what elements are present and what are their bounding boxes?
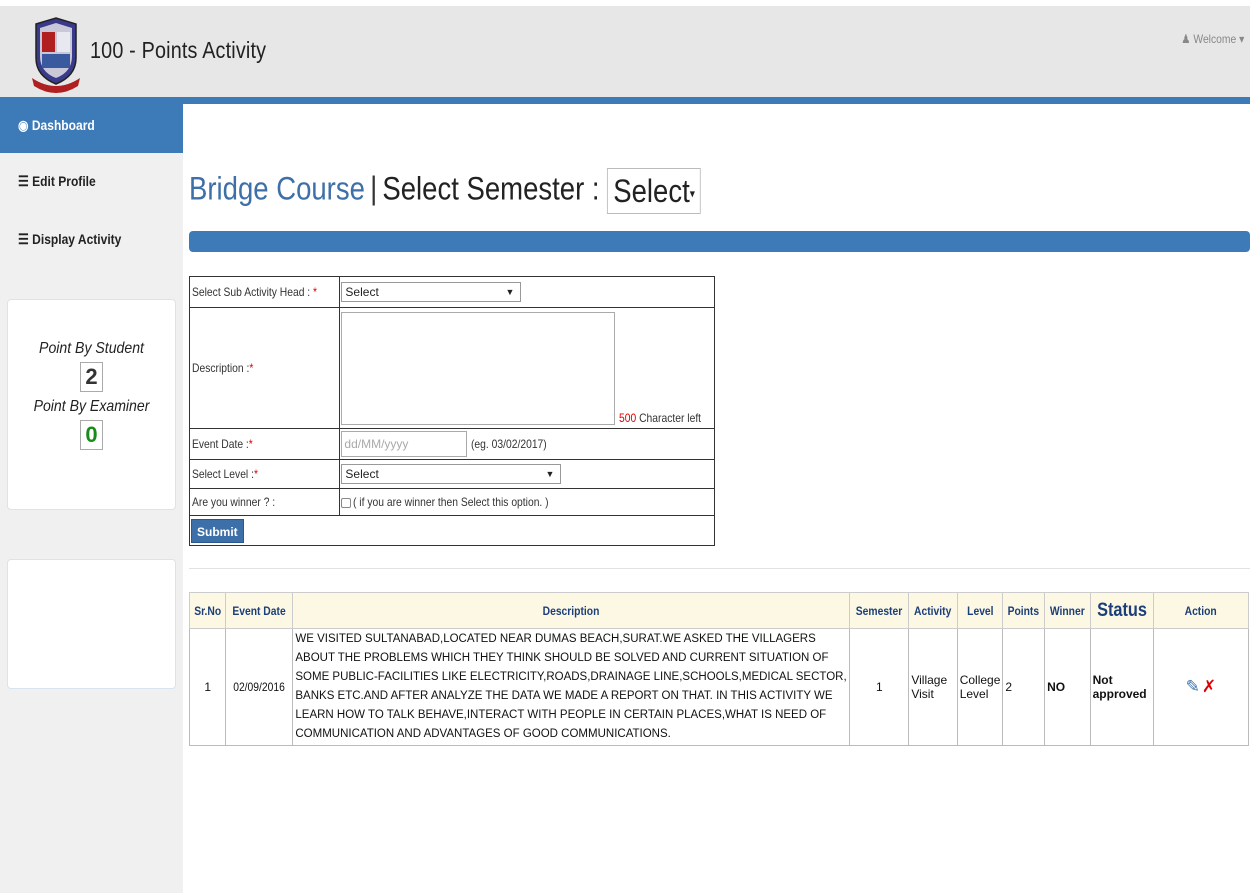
welcome-label: Welcome [1193, 32, 1236, 46]
title-separator: | [370, 170, 378, 207]
cell-winner: NO [1044, 628, 1091, 746]
event-date-label: Event Date :* [192, 437, 253, 451]
semester-select[interactable]: Select▾ [607, 168, 701, 214]
examiner-points-value: 0 [80, 420, 103, 450]
activity-table: Sr.No Event Date Description Semester Ac… [188, 592, 1250, 746]
examiner-points-label: Point By Examiner [33, 398, 150, 415]
user-icon: ♟ [1180, 32, 1191, 46]
sidebar-panel [7, 559, 176, 689]
col-winner: Winner [1044, 592, 1091, 629]
cell-semester: 1 [849, 628, 910, 746]
sidebar: ◉ Dashboard ☰ Edit Profile ☰ Display Act… [0, 97, 183, 893]
description-label: Description :* [192, 361, 254, 375]
table-row: 1 02/09/2016 WE VISITED SULTANABAD,LOCAT… [188, 628, 1250, 746]
col-srno: Sr.No [188, 592, 227, 629]
dashboard-icon: ◉ [18, 117, 29, 133]
chevron-down-icon: ▾ [689, 186, 695, 201]
section-divider [189, 568, 1250, 569]
header-accent-line [183, 97, 1250, 104]
winner-checkbox[interactable] [341, 497, 352, 508]
university-logo[interactable] [30, 14, 82, 94]
delete-icon[interactable]: ✗ [1202, 677, 1216, 696]
sidebar-item-label: Dashboard [31, 117, 95, 133]
event-date-hint: (eg. 03/02/2017) [470, 437, 547, 451]
sidebar-item-label: Display Activity [32, 231, 122, 247]
sub-activity-label: Select Sub Activity Head : * [192, 285, 318, 299]
col-action: Action [1152, 592, 1250, 629]
col-level: Level [956, 592, 1004, 629]
student-points-value: 2 [80, 362, 103, 392]
user-menu[interactable]: ♟ Welcome ▾ [1181, 32, 1244, 46]
chevron-down-icon: ▼ [545, 469, 555, 479]
semester-select-value: Select [613, 173, 690, 209]
section-bar [189, 231, 1250, 252]
description-textarea[interactable] [341, 311, 616, 425]
cell-level: College Level [956, 628, 1004, 746]
app-title[interactable]: 100 - Points Activity [90, 37, 266, 64]
winner-hint: ( if you are winner then Select this opt… [353, 495, 550, 509]
chevron-down-icon: ▼ [505, 287, 515, 297]
sidebar-item-display-activity[interactable]: ☰ Display Activity [0, 211, 183, 267]
cell-status: Not approved [1089, 628, 1154, 746]
edit-icon[interactable]: ✎ [1186, 677, 1200, 696]
col-points: Points [1002, 592, 1046, 629]
col-event-date: Event Date [225, 592, 294, 629]
char-counter: 500 Character left [618, 410, 701, 425]
winner-label: Are you winner ? : [192, 495, 276, 509]
submit-button[interactable]: Submit [191, 518, 244, 543]
cell-event-date: 02/09/2016 [225, 628, 294, 746]
sidebar-item-label: Edit Profile [32, 173, 96, 189]
event-date-input[interactable]: dd/MM/yyyy [341, 431, 468, 457]
caret-down-icon: ▾ [1238, 32, 1244, 46]
page-title: Bridge Course | Select Semester : Select▾ [189, 168, 701, 214]
sub-activity-select[interactable]: Select ▼ [341, 282, 522, 302]
top-navbar: 100 - Points Activity ♟ Welcome ▾ [0, 0, 1250, 97]
table-header-row: Sr.No Event Date Description Semester Ac… [188, 592, 1250, 629]
col-semester: Semester [849, 592, 910, 629]
list-icon: ☰ [18, 231, 29, 247]
list-icon: ☰ [18, 173, 29, 189]
level-select[interactable]: Select ▼ [341, 464, 562, 484]
student-points-label: Point By Student [39, 340, 144, 357]
col-activity: Activity [908, 592, 958, 629]
col-description: Description [292, 592, 851, 629]
sidebar-item-edit-profile[interactable]: ☰ Edit Profile [0, 153, 183, 209]
cell-activity: Village Visit [908, 628, 958, 746]
semester-label: Select Semester : [382, 170, 600, 207]
cell-points: 2 [1002, 628, 1046, 746]
sidebar-item-dashboard[interactable]: ◉ Dashboard [0, 97, 183, 153]
cell-description: WE VISITED SULTANABAD,LOCATED NEAR DUMAS… [292, 628, 851, 746]
course-name: Bridge Course [189, 170, 365, 207]
activity-form: Select Sub Activity Head : * Select ▼ Des… [188, 276, 716, 546]
points-summary-card: Point By Student 2 Point By Examiner 0 [7, 299, 176, 510]
col-status: Status [1089, 592, 1154, 629]
level-label: Select Level :* [192, 467, 258, 481]
cell-srno: 1 [188, 628, 227, 746]
cell-action: ✎ ✗ [1152, 628, 1250, 746]
